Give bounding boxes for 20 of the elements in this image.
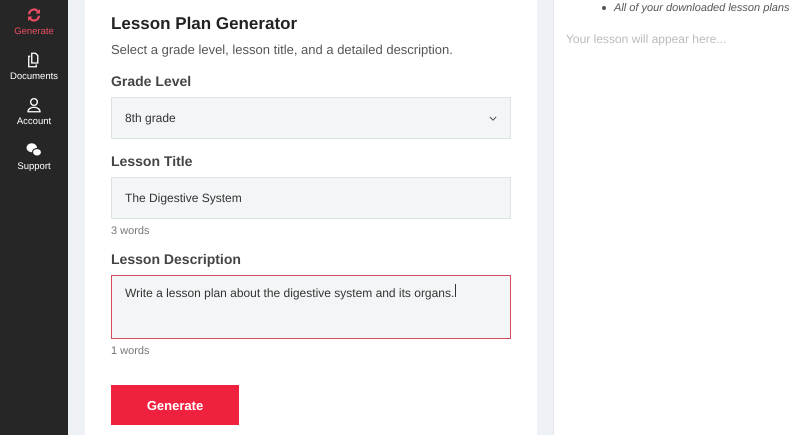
sidebar-item[interactable]: Documents: [10, 51, 58, 82]
sidebar-item[interactable]: Generate: [14, 6, 54, 37]
sidebar-item[interactable]: Support: [17, 141, 51, 172]
grade-select[interactable]: 8th grade: [111, 97, 511, 139]
chevron-down-icon: [489, 116, 497, 120]
refresh-icon: [25, 6, 43, 24]
word-count: 3 words: [111, 225, 151, 237]
word-count: 1 words: [111, 345, 151, 357]
input-field[interactable]: The Digestive System: [111, 177, 511, 219]
form-title: Lesson Plan Generator: [111, 14, 298, 34]
bullet-icon: [602, 6, 606, 10]
textarea-field[interactable]: Write a lesson plan about the digestive system and its organs.: [111, 275, 511, 339]
sidebar-item[interactable]: Account: [16, 96, 52, 127]
generate-button[interactable]: Generate: [111, 385, 239, 425]
field-label: Lesson Title: [111, 153, 194, 169]
note-text: All of your downloaded lesson plans: [614, 2, 790, 14]
field-label: Grade Level: [111, 73, 192, 89]
user-icon: [24, 96, 43, 114]
field-label: Lesson Description: [111, 251, 242, 267]
form-subtitle: Select a grade level, lesson title, and a detailed description.: [111, 42, 454, 57]
